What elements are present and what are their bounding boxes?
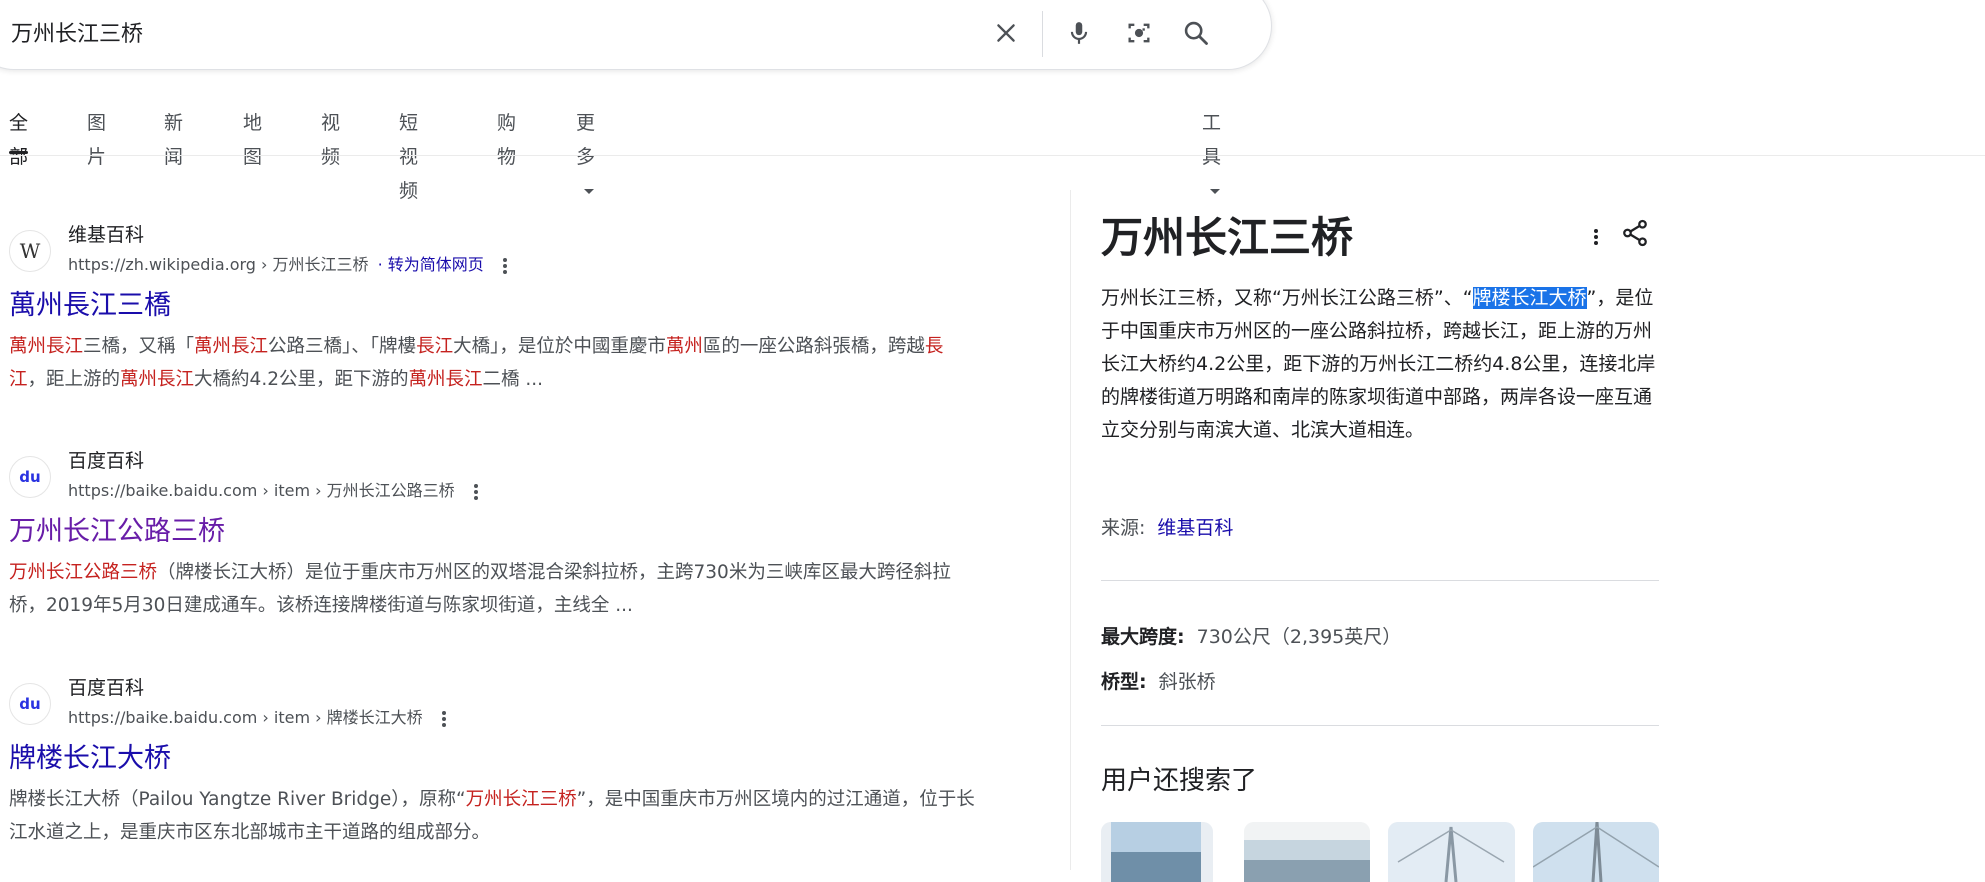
wikipedia-favicon-icon: W: [9, 230, 51, 272]
tab-videos[interactable]: 视频: [321, 106, 340, 168]
column-divider: [1070, 190, 1071, 870]
related-image-4[interactable]: [1533, 822, 1659, 882]
snippet-text: 大橋」，是位於中國重慶市: [453, 336, 666, 357]
kp-desc-end: ”，是位于中国重庆市万州区的一座公路斜拉桥，跨越长江，距上游的万州长江大桥约4.…: [1101, 287, 1656, 441]
snippet-text: 牌楼长江大桥（Pailou Yangtze River Bridge），原称“: [9, 789, 466, 810]
related-image-2[interactable]: [1244, 822, 1370, 882]
snippet-text: 大橋約4.2公里，距下游的: [194, 369, 409, 390]
fact-value: 730公尺（2,395英尺）: [1196, 626, 1402, 648]
source-name: 百度百科: [68, 677, 145, 699]
search-result: du 百度百科 https://baike.baidu.com › item ›…: [9, 673, 989, 849]
result-title[interactable]: 万州长江公路三桥: [9, 512, 989, 552]
chevron-down-icon: [1210, 189, 1220, 194]
source-link[interactable]: 维基百科: [1157, 517, 1233, 539]
chevron-down-icon: [584, 189, 594, 194]
kp-divider: [1101, 580, 1659, 581]
baidu-favicon-icon: du: [9, 683, 51, 725]
search-icon[interactable]: [1178, 15, 1214, 51]
source-name: 百度百科: [68, 450, 145, 472]
tools-button[interactable]: 工具: [1202, 106, 1221, 194]
result-snippet: 万州长江公路三桥（牌楼长江大桥）是位于重庆市万州区的双塔混合梁斜拉桥，主跨730…: [9, 556, 979, 622]
url-text: https://zh.wikipedia.org › 万州长江三桥: [68, 255, 369, 274]
result-url: https://baike.baidu.com › item › 万州长江公路三…: [68, 477, 479, 502]
selected-text[interactable]: 牌楼长江大桥: [1472, 287, 1587, 309]
source-name: 维基百科: [68, 224, 145, 246]
tools-label: 工具: [1202, 112, 1222, 168]
search-divider: [1042, 11, 1043, 57]
result-snippet: 牌楼长江大桥（Pailou Yangtze River Bridge），原称“万…: [9, 783, 979, 849]
more-options-icon[interactable]: [502, 256, 508, 276]
kp-source: 来源: 维基百科: [1101, 513, 1233, 540]
snippet-highlight: 萬州長江: [120, 369, 195, 390]
tab-images[interactable]: 图片: [87, 106, 106, 168]
result-snippet: 萬州長江三橋，又稱「萬州長江公路三橋」、「牌樓長江大橋」，是位於中國重慶市萬州區…: [9, 330, 979, 396]
more-options-icon[interactable]: [473, 482, 479, 502]
snippet-text: 區的一座公路斜張橋，跨越: [702, 336, 925, 357]
tab-shopping[interactable]: 购物: [497, 106, 516, 168]
snippet-highlight: 万州长江三桥: [465, 789, 577, 810]
tab-short-videos[interactable]: 短视频: [399, 106, 418, 202]
kp-desc-start: 万州长江三桥，又称“万州长江公路三桥”、“: [1101, 287, 1473, 309]
tab-more-label: 更多: [576, 112, 596, 168]
tab-all[interactable]: 全部: [9, 106, 29, 168]
fact-label: 最大跨度:: [1101, 626, 1185, 648]
snippet-text: 三橋，又稱「: [83, 336, 195, 357]
result-source[interactable]: du 百度百科 https://baike.baidu.com › item ›…: [9, 673, 989, 729]
snippet-highlight: 萬州長江: [9, 336, 84, 357]
camera-icon[interactable]: [1121, 15, 1157, 51]
tab-news[interactable]: 新闻: [164, 106, 183, 168]
share-icon[interactable]: [1620, 218, 1650, 248]
people-also-search-heading: 用户还搜索了: [1101, 766, 1258, 796]
more-options-icon[interactable]: [441, 709, 447, 729]
result-url: https://baike.baidu.com › item › 牌楼长江大桥: [68, 704, 447, 729]
fact-value[interactable]: 斜张桥: [1159, 671, 1216, 693]
snippet-text: 二橋 ...: [482, 369, 544, 390]
result-url: https://zh.wikipedia.org › 万州长江三桥 · 转为简体…: [68, 251, 508, 276]
tab-more[interactable]: 更多: [576, 106, 595, 194]
search-bar: [0, 0, 1272, 70]
search-result: du 百度百科 https://baike.baidu.com › item ›…: [9, 446, 989, 622]
translate-link[interactable]: · 转为简体网页: [378, 255, 484, 274]
close-icon[interactable]: [988, 15, 1024, 51]
kp-description: 万州长江三桥，又称“万州长江公路三桥”、“牌楼长江大桥”，是位于中国重庆市万州区…: [1101, 282, 1661, 447]
url-text: https://baike.baidu.com › item › 万州长江公路三…: [68, 481, 455, 500]
baidu-favicon-icon: du: [9, 456, 51, 498]
related-image-3[interactable]: [1388, 822, 1515, 882]
result-title[interactable]: 牌楼长江大桥: [9, 739, 989, 779]
kp-title: 万州长江三桥: [1101, 213, 1354, 262]
snippet-highlight: 萬州: [665, 336, 703, 357]
snippet-highlight: 萬州長江: [408, 369, 483, 390]
kp-divider: [1101, 725, 1659, 726]
snippet-text: 公路三橋」、「牌樓: [268, 336, 417, 357]
url-text: https://baike.baidu.com › item › 牌楼长江大桥: [68, 708, 423, 727]
search-result: W 维基百科 https://zh.wikipedia.org › 万州长江三桥…: [9, 220, 989, 396]
result-title[interactable]: 萬州長江三橋: [9, 286, 989, 326]
snippet-highlight: 長江: [416, 336, 454, 357]
related-image-1[interactable]: [1101, 822, 1213, 882]
fact-label: 桥型:: [1101, 671, 1147, 693]
result-source[interactable]: du 百度百科 https://baike.baidu.com › item ›…: [9, 446, 989, 502]
result-source[interactable]: W 维基百科 https://zh.wikipedia.org › 万州长江三桥…: [9, 220, 989, 276]
search-input[interactable]: [9, 11, 993, 53]
tab-maps[interactable]: 地图: [243, 106, 262, 168]
snippet-highlight: 万州长江公路三桥: [9, 562, 158, 583]
tabs-divider: [0, 155, 1985, 156]
fact-max-span: 最大跨度: 730公尺（2,395英尺）: [1101, 622, 1401, 649]
source-label: 来源:: [1101, 517, 1146, 539]
snippet-text: ，距上游的: [27, 369, 121, 390]
microphone-icon[interactable]: [1061, 15, 1097, 51]
snippet-highlight: 萬州長江: [194, 336, 269, 357]
more-options-icon[interactable]: [1593, 227, 1599, 247]
fact-bridge-type: 桥型: 斜张桥: [1101, 667, 1216, 694]
